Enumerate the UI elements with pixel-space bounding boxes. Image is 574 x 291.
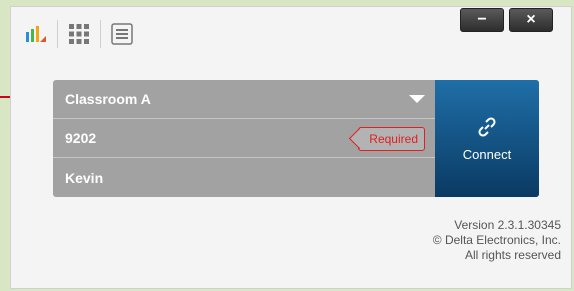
toolbar-separator (57, 20, 58, 48)
app-window: − × Classroom A 9202 Required Kevin Conn… (10, 6, 572, 289)
app-logo-icon[interactable] (25, 23, 47, 45)
required-badge-label: Required (369, 132, 418, 146)
version-info: Version 2.3.1.30345 © Delta Electronics,… (433, 218, 561, 263)
close-button[interactable]: × (509, 8, 553, 32)
copyright-text: © Delta Electronics, Inc. (432, 233, 561, 247)
code-field-value: 9202 (65, 130, 97, 146)
link-icon (478, 117, 496, 137)
required-badge: Required (358, 127, 425, 151)
name-field-value: Kevin (65, 169, 104, 186)
chevron-down-icon[interactable] (409, 95, 425, 103)
connect-button[interactable]: Connect (435, 80, 539, 197)
minimize-button[interactable]: − (460, 8, 504, 32)
connect-button-label: Connect (462, 147, 512, 162)
connection-form: Classroom A 9202 Required Kevin Connect (53, 80, 539, 197)
grid-icon[interactable] (68, 23, 90, 45)
toolbar (25, 19, 133, 49)
room-select[interactable]: Classroom A (53, 80, 435, 118)
version-text: Version 2.3.1.30345 (454, 218, 561, 232)
menu-icon[interactable] (111, 23, 133, 45)
name-field[interactable]: Kevin (53, 158, 435, 197)
code-field[interactable]: 9202 Required (53, 119, 435, 157)
rights-text: All rights reserved (464, 248, 561, 262)
room-select-value: Classroom A (65, 91, 151, 107)
toolbar-separator (100, 20, 101, 48)
